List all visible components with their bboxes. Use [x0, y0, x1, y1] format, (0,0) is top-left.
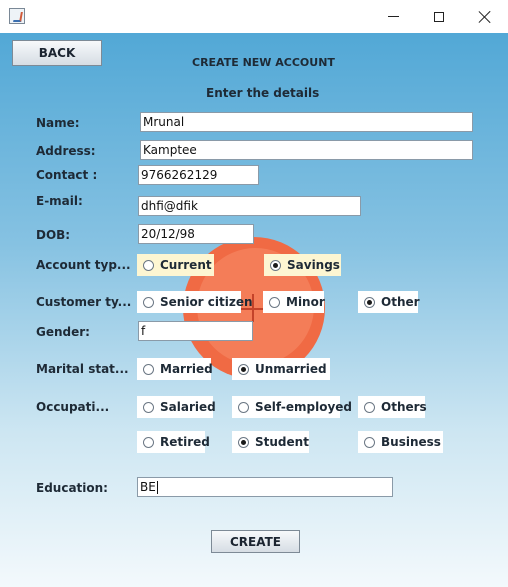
radio-savings[interactable]: Savings: [264, 254, 341, 276]
java-icon: [9, 8, 25, 24]
radio-unmarried-label: Unmarried: [255, 362, 327, 376]
education-field[interactable]: BE: [137, 477, 393, 497]
radio-student-indicator: [238, 436, 249, 448]
radio-other-label: Other: [381, 295, 420, 309]
radio-student-label: Student: [255, 435, 309, 449]
radio-current[interactable]: Current: [137, 254, 214, 276]
radio-others-indicator: [364, 401, 375, 413]
radio-others-label: Others: [381, 400, 427, 414]
address-label: Address:: [36, 144, 96, 158]
radio-minor-label: Minor: [286, 295, 325, 309]
radio-senior-citizen[interactable]: Senior citizen: [137, 291, 253, 313]
radio-business-label: Business: [381, 435, 441, 449]
radio-savings-label: Savings: [287, 258, 340, 272]
name-label: Name:: [36, 116, 80, 130]
radio-salaried[interactable]: Salaried: [137, 396, 216, 418]
marital-status-label: Marital stat...: [36, 362, 129, 376]
title-bar: [0, 0, 508, 33]
back-button[interactable]: BACK: [12, 40, 102, 66]
contact-field[interactable]: 9766262129: [138, 165, 259, 185]
dob-field[interactable]: 20/12/98: [138, 224, 254, 244]
radio-salaried-indicator: [143, 401, 154, 413]
radio-current-indicator: [143, 259, 154, 271]
radio-student[interactable]: Student: [232, 431, 309, 453]
app-window: BACK CREATE NEW ACCOUNT Enter the detail…: [0, 0, 508, 587]
email-label: E-mail:: [36, 194, 83, 208]
radio-married-label: Married: [160, 362, 213, 376]
radio-business-indicator: [364, 436, 375, 448]
radio-married[interactable]: Married: [137, 358, 213, 380]
radio-self-employed-label: Self-employed: [255, 400, 353, 414]
page-subtitle: Enter the details: [206, 86, 320, 100]
gender-field[interactable]: f: [138, 321, 253, 341]
minimize-button[interactable]: [370, 0, 416, 33]
contact-label: Contact :: [36, 168, 98, 182]
dob-label: DOB:: [36, 228, 71, 242]
close-icon: [479, 11, 491, 23]
name-field[interactable]: Mrunal: [140, 112, 473, 132]
radio-retired-indicator: [143, 436, 154, 448]
close-button[interactable]: [462, 0, 508, 33]
customer-type-label: Customer ty...: [36, 295, 132, 309]
radio-other-indicator: [364, 296, 375, 308]
radio-others[interactable]: Others: [358, 396, 427, 418]
radio-current-label: Current: [160, 258, 212, 272]
education-label: Education:: [36, 481, 108, 495]
create-button[interactable]: CREATE: [211, 530, 300, 553]
education-value: BE: [140, 480, 156, 494]
radio-married-indicator: [143, 363, 154, 375]
radio-business[interactable]: Business: [358, 431, 443, 453]
radio-senior-citizen-label: Senior citizen: [160, 295, 253, 309]
minimize-icon: [387, 16, 399, 17]
maximize-icon: [434, 11, 444, 22]
radio-savings-indicator: [270, 259, 281, 271]
radio-self-employed-indicator: [238, 401, 249, 413]
radio-senior-citizen-indicator: [143, 296, 154, 308]
form-panel: BACK CREATE NEW ACCOUNT Enter the detail…: [0, 33, 508, 587]
radio-unmarried-indicator: [238, 363, 249, 375]
maximize-button[interactable]: [416, 0, 462, 33]
radio-minor-indicator: [269, 296, 280, 308]
radio-retired-label: Retired: [160, 435, 210, 449]
address-field[interactable]: Kamptee: [140, 140, 473, 160]
gender-label: Gender:: [36, 325, 90, 339]
radio-unmarried[interactable]: Unmarried: [232, 358, 330, 380]
radio-minor[interactable]: Minor: [263, 291, 325, 313]
occupation-label: Occupati...: [36, 400, 110, 414]
account-type-label: Account typ...: [36, 258, 131, 272]
text-caret: [156, 481, 158, 494]
page-title: CREATE NEW ACCOUNT: [192, 56, 335, 69]
radio-retired[interactable]: Retired: [137, 431, 210, 453]
radio-self-employed[interactable]: Self-employed: [232, 396, 352, 418]
radio-salaried-label: Salaried: [160, 400, 216, 414]
email-field[interactable]: dhfi@dfik: [138, 196, 361, 216]
radio-other[interactable]: Other: [358, 291, 420, 313]
